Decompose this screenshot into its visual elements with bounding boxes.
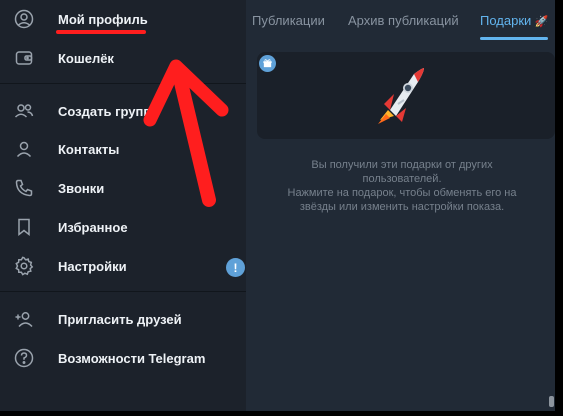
tab-posts[interactable]: Публикации [252,13,325,28]
empty-text-line: Вы получили эти подарки от других [311,159,493,171]
sidebar-item-label: Настройки [58,258,127,274]
active-tab-indicator [480,37,548,40]
profile-tabs: Публикации Архив публикаций Подарки 🚀 [246,0,555,42]
sidebar-item-wallet[interactable]: Кошелёк [0,40,246,76]
tab-gifts[interactable]: Подарки 🚀 [480,13,549,28]
scrollbar-thumb[interactable] [549,396,554,407]
bookmark-icon [14,217,34,237]
sidebar-item-create-group[interactable]: Создать группу [0,93,246,129]
question-icon [14,348,34,368]
empty-text-line: Нажмите на подарок, чтобы обменять его н… [287,187,517,199]
sidebar-item-saved[interactable]: Избранное [0,209,246,245]
sidebar-item-label: Возможности Telegram [58,350,206,366]
settings-alert-badge[interactable]: ! [226,258,245,277]
empty-text-line: пользователей. [362,173,442,185]
sidebar-item-label: Контакты [58,141,120,157]
rocket-icon [378,68,424,124]
wallet-icon [14,48,34,68]
sidebar-item-label: Пригласить друзей [58,311,182,327]
menu-divider [0,83,246,84]
app-window: Мой профиль Кошелёк Создать группу Конта… [0,0,555,411]
sidebar-item-settings[interactable]: Настройки [0,248,246,284]
sidebar-item-label: Мой профиль [58,11,148,27]
sidebar-menu: Мой профиль Кошелёк Создать группу Конта… [0,0,246,411]
phone-icon [14,178,34,198]
rocket-emoji-icon: 🚀 [534,16,549,28]
sidebar-item-telegram-features[interactable]: Возможности Telegram [0,340,246,376]
annotation-underline [56,30,146,34]
gear-icon [14,256,34,276]
sidebar-item-calls[interactable]: Звонки [0,170,246,206]
sidebar-item-label: Создать группу [58,103,159,119]
sidebar-item-invite-friends[interactable]: Пригласить друзей [0,301,246,337]
gifts-empty-text: Вы получили эти подарки от других пользо… [266,158,538,214]
sidebar-item-label: Звонки [58,180,105,196]
user-circle-icon [14,9,34,29]
profile-content: Публикации Архив публикаций Подарки 🚀 Вы… [246,0,555,411]
menu-divider [0,291,246,292]
tab-posts-archive[interactable]: Архив публикаций [348,13,459,28]
group-icon [14,101,34,121]
contact-icon [14,139,34,159]
tab-gifts-label: Подарки [480,13,532,28]
gift-badge-icon [259,55,276,72]
sidebar-item-contacts[interactable]: Контакты [0,131,246,167]
sidebar-item-label: Избранное [58,219,128,235]
add-user-icon [14,309,34,329]
sidebar-item-label: Кошелёк [58,50,114,66]
empty-text-line: звёзды или изменить настройки показа. [299,201,505,213]
